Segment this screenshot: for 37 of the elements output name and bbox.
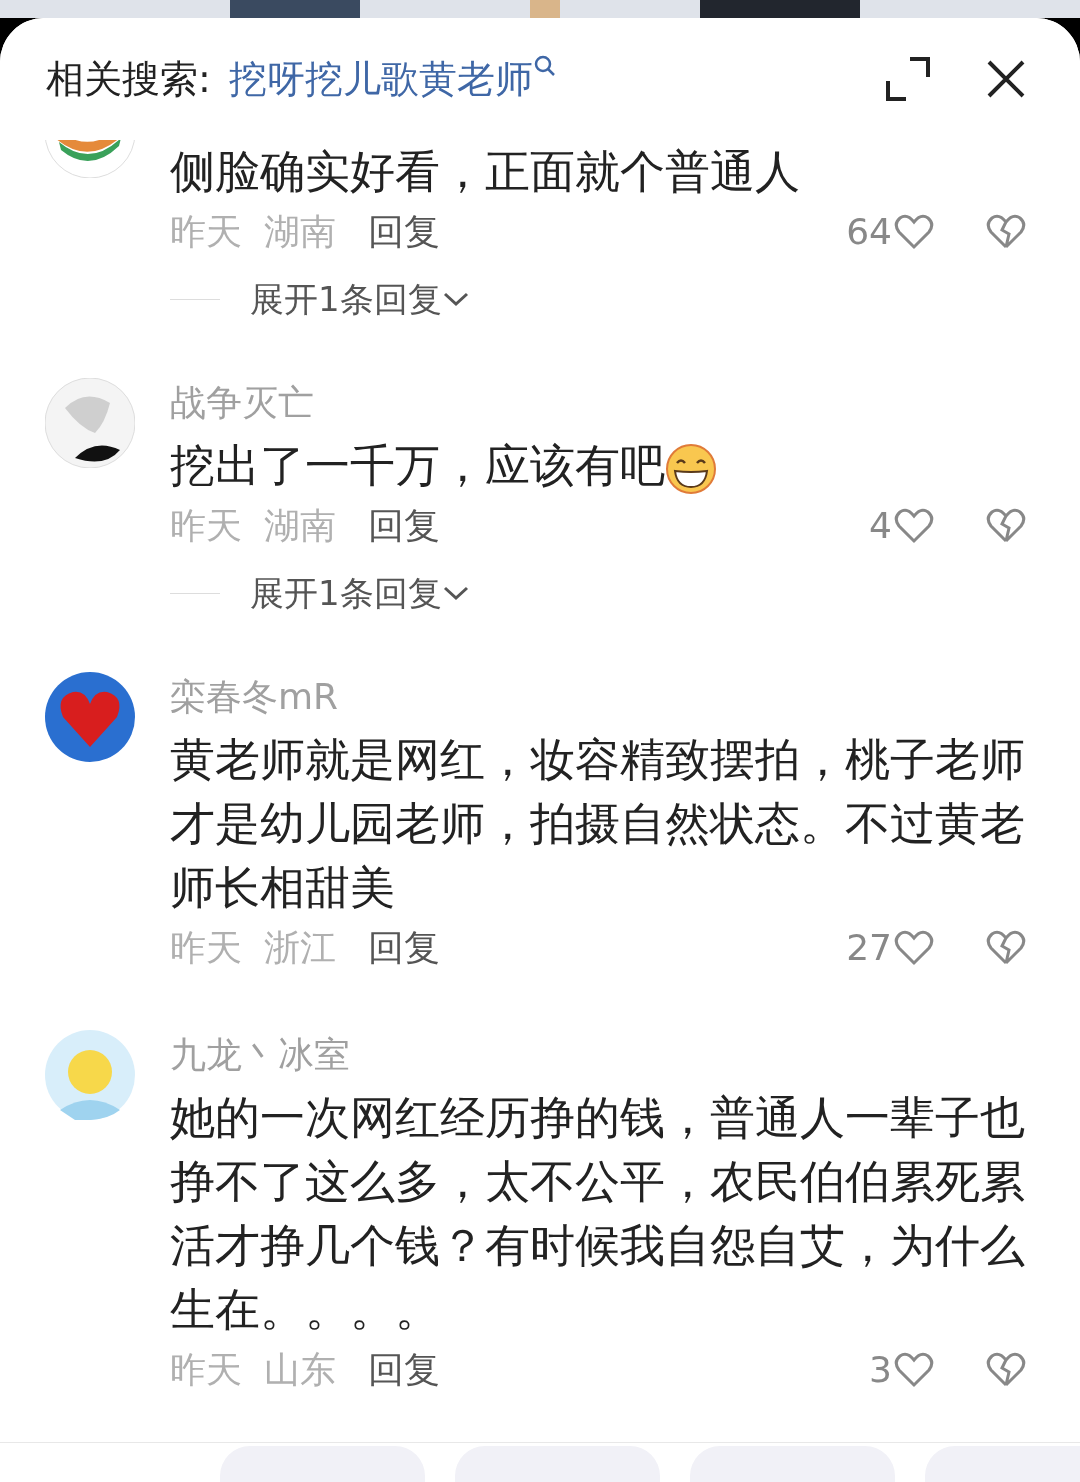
like-count: 64	[846, 210, 892, 254]
broken-heart-icon[interactable]	[986, 508, 1026, 544]
broken-heart-icon[interactable]	[986, 214, 1026, 250]
comment-text: 挖出了一千万，应该有吧	[170, 439, 665, 492]
comment-time: 昨天	[170, 1348, 242, 1392]
comment-text: 侧脸确实好看，正面就个普通人	[170, 145, 800, 198]
reply-link[interactable]: 回复	[368, 499, 440, 553]
chevron-down-icon	[441, 290, 470, 308]
expand-icon[interactable]	[886, 57, 930, 101]
chevron-down-icon	[441, 584, 470, 602]
comment-text: 黄老师就是网红，妆容精致摆拍，桃子老师才是幼儿园老师，拍摄自然状态。不过黄老师长相甜美	[170, 733, 1025, 914]
broken-heart-icon[interactable]	[986, 1352, 1026, 1388]
comment-time: 昨天	[170, 210, 242, 254]
comment-location: 湖南	[264, 210, 336, 254]
heart-icon[interactable]	[894, 508, 934, 544]
like-count: 3	[869, 1348, 892, 1392]
close-icon[interactable]	[986, 59, 1026, 99]
expand-replies-link[interactable]: 展开1条回复	[250, 273, 470, 325]
like-count: 4	[869, 504, 892, 548]
reply-link[interactable]: 回复	[368, 921, 440, 975]
comment-time: 昨天	[170, 504, 242, 548]
search-icon	[532, 54, 557, 78]
comment-text: 她的一次网红经历挣的钱，普通人一辈子也挣不了这么多，太不公平，农民伯伯累死累活才挣几个钱？有时候我自怨自艾，为什么生在。。。。	[170, 1091, 1025, 1336]
related-search-label: 相关搜索:	[46, 55, 211, 103]
heart-icon[interactable]	[894, 930, 934, 966]
reply-link[interactable]: 回复	[368, 205, 440, 259]
heart-icon[interactable]	[894, 1352, 934, 1388]
related-search-link[interactable]: 挖呀挖儿歌黄老师	[228, 50, 533, 108]
expand-replies-link[interactable]: 展开1条回复	[250, 567, 470, 619]
comment-location: 山东	[264, 1348, 336, 1392]
comment-location: 湖南	[264, 504, 336, 548]
broken-heart-icon[interactable]	[986, 930, 1026, 966]
like-count: 27	[846, 926, 892, 970]
heart-icon[interactable]	[894, 214, 934, 250]
comment-time: 昨天	[170, 926, 242, 970]
comment-location: 浙江	[264, 926, 336, 970]
reply-link[interactable]: 回复	[368, 1343, 440, 1397]
